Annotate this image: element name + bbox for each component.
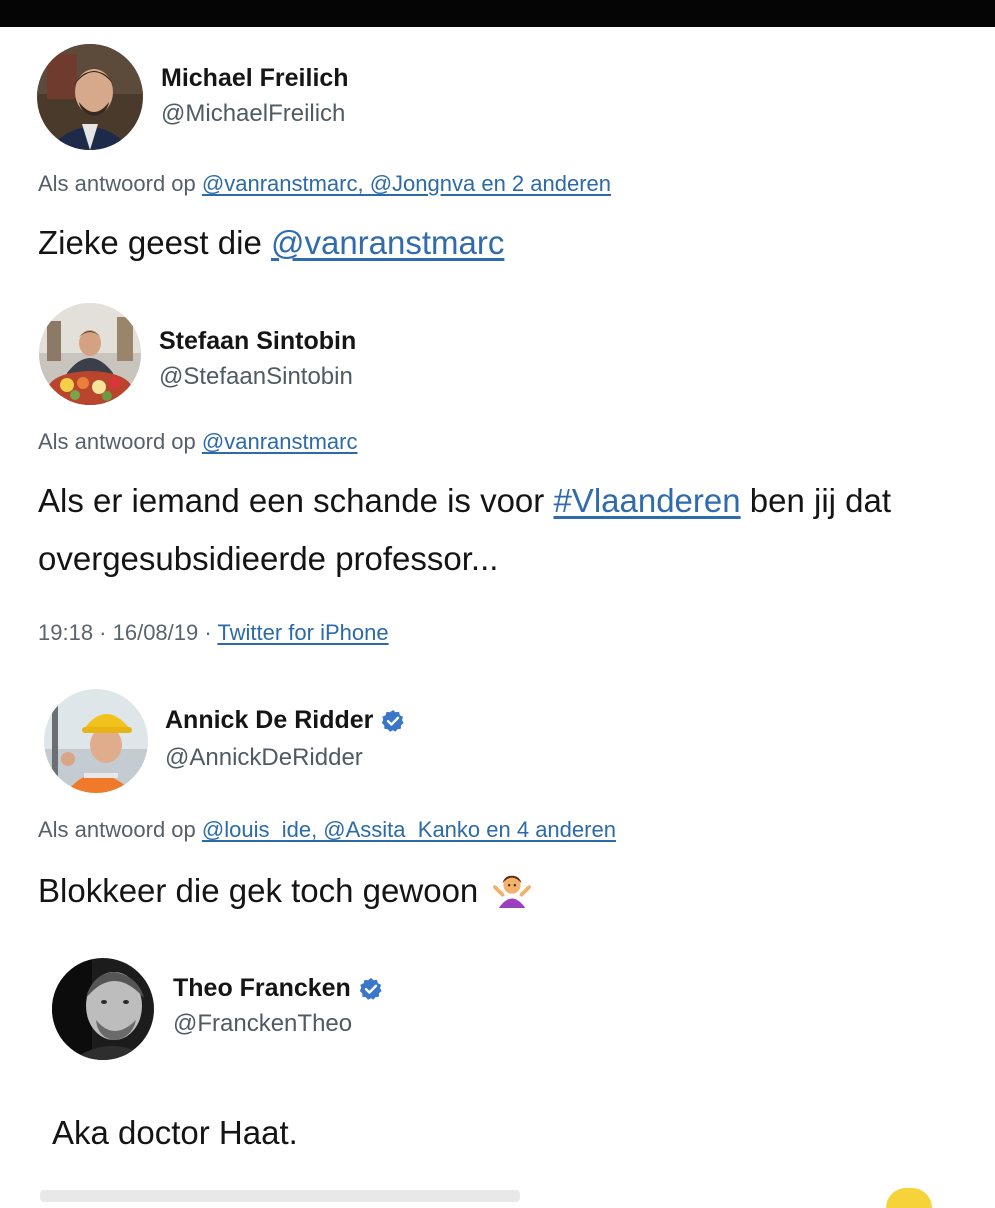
display-name[interactable]: Theo Francken <box>173 974 383 1003</box>
reply-context: Als antwoord op @louis_ide, @Assita_Kank… <box>38 817 616 843</box>
reply-mentions-link[interactable]: @vanranstmarc, @Jongnva en 2 anderen <box>202 171 611 196</box>
tweet-meta: 19:18 · 16/08/19 · Twitter for iPhone <box>38 620 389 646</box>
avatar[interactable] <box>52 958 154 1060</box>
reply-context: Als antwoord op @vanranstmarc, @Jongnva … <box>38 171 611 197</box>
reply-prefix: Als antwoord op <box>38 429 196 454</box>
tweet-text: Blokkeer die gek toch gewoon <box>38 862 532 919</box>
avatar[interactable] <box>39 303 141 405</box>
user-handle[interactable]: @StefaanSintobin <box>159 363 353 391</box>
tweet-text-line-2: overgesubsidieerde professor... <box>38 540 499 577</box>
tweet-text-before: Als er iemand een schande is voor <box>38 482 554 519</box>
display-name-text[interactable]: Annick De Ridder <box>165 706 373 735</box>
reply-mentions-link[interactable]: @louis_ide, @Assita_Kanko en 4 anderen <box>202 817 616 842</box>
reply-context: Als antwoord op @vanranstmarc <box>38 429 358 455</box>
verified-badge-icon <box>359 977 382 1000</box>
display-name[interactable]: Annick De Ridder <box>165 706 405 735</box>
tweet-text-plain: Blokkeer die gek toch gewoon <box>38 872 479 909</box>
reply-prefix: Als antwoord op <box>38 171 196 196</box>
user-handle[interactable]: @FranckenTheo <box>173 1010 352 1038</box>
display-name-text[interactable]: Michael Freilich <box>161 64 349 93</box>
display-name-text[interactable]: Theo Francken <box>173 974 351 1003</box>
top-black-bar <box>0 0 995 27</box>
user-handle[interactable]: @AnnickDeRidder <box>165 744 363 772</box>
tweet-text-plain: Zieke geest die <box>38 224 271 261</box>
avatar[interactable] <box>44 689 148 793</box>
mention-link[interactable]: @vanranstmarc <box>271 224 504 261</box>
hashtag-link[interactable]: #Vlaanderen <box>553 482 740 519</box>
tweet-text: Zieke geest die @vanranstmarc <box>38 214 504 271</box>
reply-prefix: Als antwoord op <box>38 817 196 842</box>
tweet-source-link[interactable]: Twitter for iPhone <box>217 620 388 645</box>
user-handle[interactable]: @MichaelFreilich <box>161 100 345 128</box>
cropped-emoji-edge <box>886 1188 932 1208</box>
tweet-text: Aka doctor Haat. <box>52 1114 298 1151</box>
display-name[interactable]: Stefaan Sintobin <box>159 327 356 356</box>
tweet-text-line-1: Als er iemand een schande is voor #Vlaan… <box>38 472 891 529</box>
tweet-timestamp[interactable]: 19:18 · 16/08/19 · <box>38 620 217 645</box>
person-shrugging-emoji-icon <box>493 875 532 908</box>
display-name-text[interactable]: Stefaan Sintobin <box>159 327 356 356</box>
avatar[interactable] <box>37 44 143 150</box>
reply-mentions-link[interactable]: @vanranstmarc <box>202 429 358 454</box>
verified-badge-icon <box>382 709 404 732</box>
display-name[interactable]: Michael Freilich <box>161 64 349 93</box>
tweet-text-after: ben jij dat <box>740 482 892 519</box>
cropped-next-line <box>40 1190 520 1202</box>
